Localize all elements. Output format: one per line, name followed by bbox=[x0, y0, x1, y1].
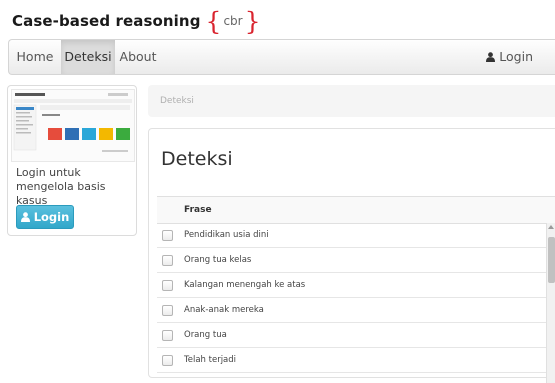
login-button[interactable]: Login bbox=[16, 205, 74, 229]
phrase-text: Pendidikan usia dini bbox=[184, 230, 269, 240]
right-brace: } bbox=[244, 6, 261, 36]
brand-logo: { cbr } bbox=[206, 9, 261, 34]
brand-abbr: cbr bbox=[223, 14, 243, 28]
table-row: Pendidikan usia dini bbox=[157, 223, 547, 248]
phrase-text: Orang tua kelas bbox=[184, 255, 252, 265]
phrase-text: Telah terjadi bbox=[184, 355, 237, 365]
user-icon bbox=[20, 212, 30, 222]
nav-login-link[interactable]: Login bbox=[486, 40, 533, 74]
nav-deteksi[interactable]: Deteksi bbox=[61, 40, 115, 74]
brand: Case-based reasoning { cbr } bbox=[12, 6, 261, 36]
table-row: Orang tua bbox=[157, 323, 547, 348]
login-button-label: Login bbox=[33, 210, 70, 224]
login-prompt-text: Login untuk mengelola basis kasus bbox=[16, 166, 106, 207]
nav-login-label: Login bbox=[499, 49, 533, 64]
column-header-frase: Frase bbox=[184, 205, 212, 215]
nav-home[interactable]: Home bbox=[9, 40, 61, 74]
left-brace: { bbox=[205, 6, 222, 36]
phrase-text: Orang tua bbox=[184, 330, 227, 340]
page-title: Deteksi bbox=[161, 148, 233, 170]
table-header: Frase bbox=[157, 196, 555, 224]
row-checkbox[interactable] bbox=[162, 280, 173, 291]
table-row: Anak-anak mereka bbox=[157, 298, 547, 323]
breadcrumb-current: Deteksi bbox=[160, 96, 194, 106]
nav-about[interactable]: About bbox=[115, 40, 161, 74]
breadcrumb: Deteksi bbox=[148, 85, 555, 117]
app-preview-image bbox=[12, 90, 134, 161]
table-row: Orang tua kelas bbox=[157, 248, 547, 273]
table-row: Telah terjadi bbox=[157, 348, 547, 373]
user-icon bbox=[486, 52, 496, 62]
scrollbar-thumb[interactable] bbox=[548, 237, 555, 283]
row-checkbox[interactable] bbox=[162, 330, 173, 341]
phrase-text: Anak-anak mereka bbox=[184, 305, 264, 315]
table-scrollbar[interactable] bbox=[546, 223, 555, 383]
row-checkbox[interactable] bbox=[162, 230, 173, 241]
app-preview-thumbnail bbox=[11, 89, 135, 162]
row-checkbox[interactable] bbox=[162, 355, 173, 366]
navbar: Home Deteksi About Login bbox=[8, 39, 555, 75]
login-panel: Login untuk mengelola basis kasus Login bbox=[7, 85, 137, 236]
row-checkbox[interactable] bbox=[162, 305, 173, 316]
phrase-text: Kalangan menengah ke atas bbox=[184, 280, 306, 290]
scroll-up-arrow-icon[interactable] bbox=[548, 225, 554, 229]
table-row: Kalangan menengah ke atas bbox=[157, 273, 547, 298]
row-checkbox[interactable] bbox=[162, 255, 173, 266]
brand-title: Case-based reasoning bbox=[12, 12, 201, 30]
deteksi-panel: Deteksi Frase Pendidikan usia dini Orang… bbox=[148, 128, 555, 383]
